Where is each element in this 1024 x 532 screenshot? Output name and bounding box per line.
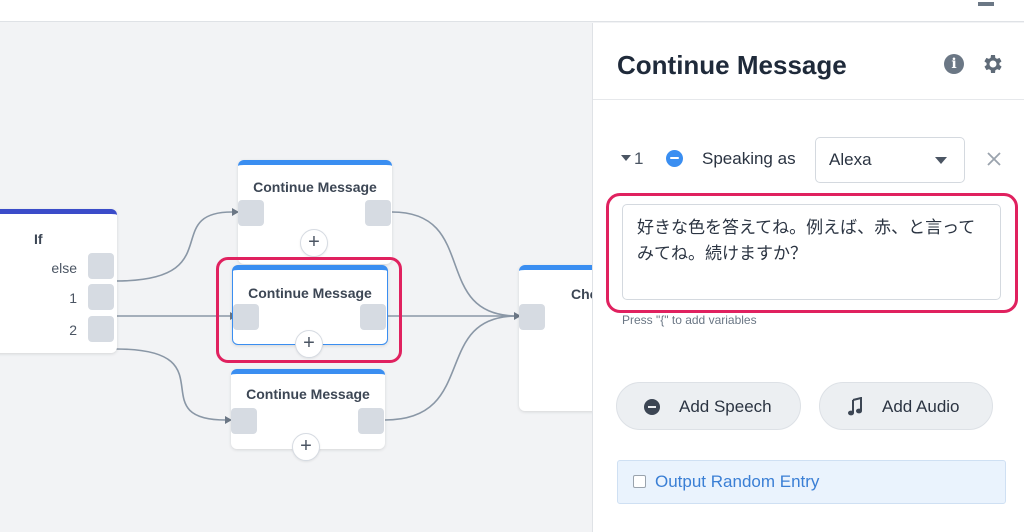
voice-select-value: Alexa (829, 150, 872, 169)
variables-hint: Press "{" to add variables (622, 313, 757, 327)
collapse-caret-icon[interactable] (621, 155, 631, 161)
block-output-port[interactable] (358, 408, 384, 434)
block-title: Continue Message (248, 285, 372, 301)
block-input-port[interactable] (519, 304, 545, 330)
if-output-port-else[interactable] (88, 253, 114, 279)
wire-else (115, 211, 233, 282)
if-output-label-else: else (51, 260, 77, 276)
if-output-label-1: 1 (69, 290, 77, 306)
if-block[interactable]: If else 1 2 (0, 209, 117, 353)
block-input-port[interactable] (238, 200, 264, 226)
block-title: Cho (571, 286, 592, 302)
gear-icon[interactable] (981, 52, 1005, 76)
output-random-entry-option[interactable]: Output Random Entry (617, 460, 1006, 504)
block-output-port[interactable] (365, 200, 391, 226)
wire-2 (115, 348, 227, 421)
choice-block-partial[interactable]: Cho (519, 265, 592, 411)
block-output-port[interactable] (360, 304, 386, 330)
flow-canvas[interactable]: If else 1 2 Continue Message + Continue … (0, 23, 592, 532)
voice-select[interactable]: Alexa (815, 137, 965, 183)
output-random-checkbox[interactable] (633, 475, 646, 488)
block-input-port[interactable] (231, 408, 257, 434)
add-speech-button[interactable]: Add Speech (616, 382, 801, 430)
panel-title: Continue Message (617, 50, 847, 80)
speech-icon (644, 399, 660, 415)
if-block-title: If (34, 231, 43, 247)
add-audio-button[interactable]: Add Audio (819, 382, 993, 430)
add-speech-label: Add Speech (679, 397, 772, 416)
block-title: Continue Message (246, 386, 370, 402)
panel-header: Continue Message i (593, 23, 1024, 100)
close-icon[interactable] (985, 150, 1003, 168)
step-number: 1 (634, 149, 644, 168)
speak-chat-icon (666, 150, 683, 167)
output-random-label: Output Random Entry (655, 472, 820, 491)
if-output-label-2: 2 (69, 322, 77, 338)
editor-panel: Continue Message i 1 Speaking as Alexa 好… (592, 23, 1024, 532)
wire-top-out (391, 211, 518, 317)
info-icon[interactable]: i (944, 54, 964, 74)
speaking-as-label: Speaking as (702, 149, 796, 168)
add-step-button[interactable]: + (295, 330, 323, 358)
block-title: Continue Message (253, 179, 377, 195)
if-output-port-1[interactable] (88, 284, 114, 310)
speech-text-input[interactable]: 好きな色を答えてね。例えば、赤、と言ってみてね。続けますか？ (622, 204, 1001, 300)
add-step-button[interactable]: + (292, 433, 320, 461)
wire-bottom-out (384, 315, 518, 421)
chevron-down-icon (935, 157, 947, 164)
add-audio-label: Add Audio (882, 397, 960, 416)
block-input-port[interactable] (233, 304, 259, 330)
top-bar (0, 0, 1024, 22)
menu-icon[interactable] (978, 2, 994, 6)
add-step-button[interactable]: + (300, 229, 328, 257)
continue-message-block-top[interactable]: Continue Message + (238, 160, 392, 264)
if-output-port-2[interactable] (88, 316, 114, 342)
music-note-icon (848, 397, 862, 416)
